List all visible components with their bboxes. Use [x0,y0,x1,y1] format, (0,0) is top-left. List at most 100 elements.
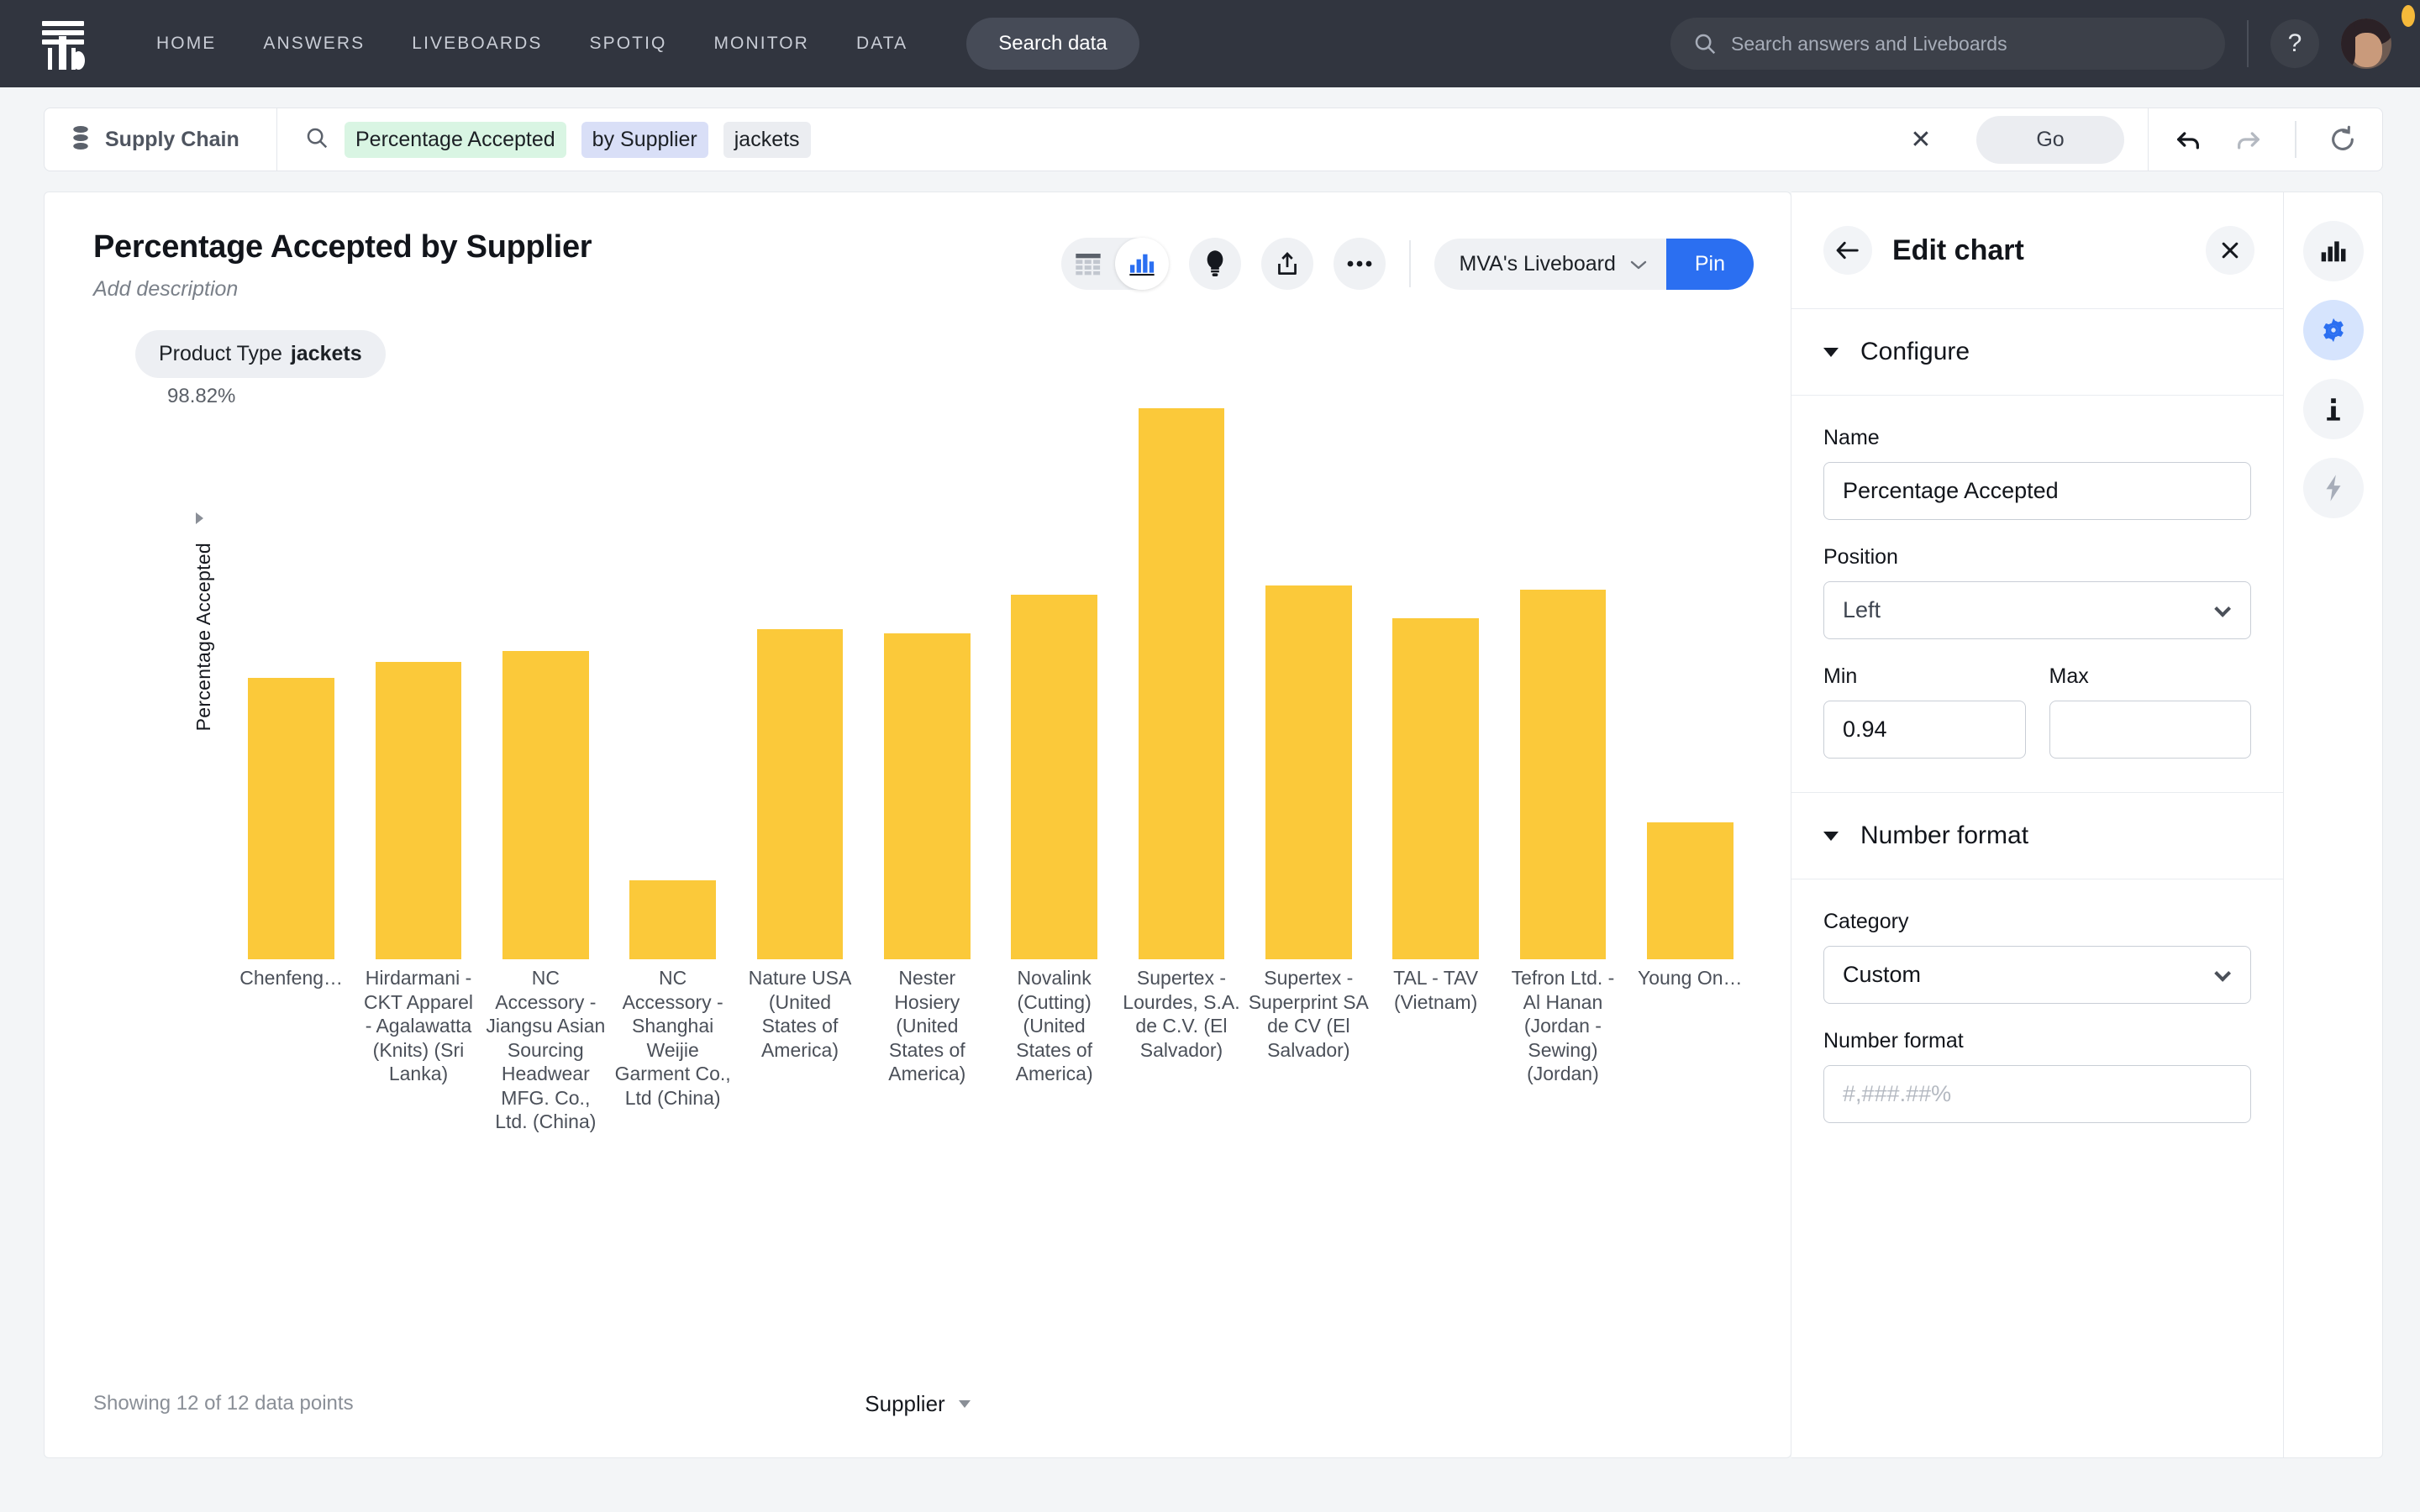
number-format-section-title: Number format [1860,822,2029,849]
bar[interactable] [1265,585,1352,959]
help-button[interactable]: ? [2270,19,2319,68]
bar[interactable] [375,662,462,959]
avatar[interactable] [2341,18,2391,69]
bar-column [1499,408,1626,959]
bar[interactable] [1011,594,1098,959]
search-query-input[interactable]: Percentage Accepted by Supplier jackets … [277,108,2149,171]
page-title[interactable]: Percentage Accepted by Supplier [93,229,1061,265]
max-field-label: Max [2049,664,2089,688]
edit-chart-panel-header: Edit chart [1791,192,2283,309]
bar[interactable] [1392,618,1480,959]
x-axis-label: Nester Hosiery (United States of America… [888,967,966,1085]
top-navigation-bar: HOME ANSWERS LIVEBOARDS SPOTIQ MONITOR D… [0,0,2420,87]
bar[interactable] [883,633,971,959]
bar-column [1627,408,1754,959]
bar[interactable] [1138,408,1225,959]
bar[interactable] [1519,590,1607,959]
bar[interactable] [248,678,335,959]
bar-column [864,408,991,959]
chart-canvas: 98.82% Percentage Accepted Chenfeng… Hird… [93,378,1754,1380]
category-select[interactable]: Custom [1823,946,2251,1004]
redo-arrow-icon[interactable] [2234,125,2263,154]
more-options-button[interactable] [1333,238,1386,290]
bar[interactable] [502,650,589,959]
position-field-label: Position [1823,545,1898,569]
answer-card: Percentage Accepted by Supplier Add desc… [44,192,1791,1458]
name-input[interactable] [1823,462,2251,520]
query-token-filter[interactable]: jackets [723,121,811,158]
info-icon[interactable] [2302,379,2364,439]
share-button[interactable] [1260,238,1313,290]
filter-chip-product-type[interactable]: Product Type jackets [135,330,386,378]
gear-icon[interactable] [2302,300,2364,360]
spotiq-insights-button[interactable] [1188,238,1241,290]
configure-section-title: Configure [1860,338,1970,365]
nav-item-answers[interactable]: ANSWERS [239,25,388,62]
query-token-attribute[interactable]: by Supplier [581,121,708,158]
query-token-measure[interactable]: Percentage Accepted [345,121,566,158]
number-format-section-header[interactable]: Number format [1791,793,2283,879]
x-axis-label: Tefron Ltd. - Al Hanan (Jordan - Sewing)… [1511,967,1615,1085]
top-nav-right-group: Search answers and Liveboards ? [1670,18,2391,70]
category-value: Custom [1843,962,1922,987]
undo-arrow-icon[interactable] [2174,125,2202,154]
edit-chart-title: Edit chart [1892,234,2024,266]
name-field-label: Name [1823,426,1880,449]
nav-item-home[interactable]: HOME [133,25,239,62]
reset-circular-arrow-icon[interactable] [2328,125,2357,154]
bar[interactable] [1646,822,1733,959]
liveboard-selector[interactable]: MVA's Liveboard [1434,238,1666,290]
primary-nav: HOME ANSWERS LIVEBOARDS SPOTIQ MONITOR D… [133,25,931,62]
max-input[interactable] [2049,701,2251,759]
chevron-down-icon [2214,964,2232,982]
back-arrow-icon[interactable] [1823,226,1872,275]
bar[interactable] [756,628,844,959]
lightning-bolt-icon[interactable] [2302,458,2364,518]
filter-chip-label: Product Type [159,342,282,365]
bar-column [736,408,863,959]
bar[interactable] [629,880,717,959]
bar-plot [228,408,1754,959]
nav-item-spotiq[interactable]: SPOTIQ [566,25,691,62]
nav-item-liveboards[interactable]: LIVEBOARDS [388,25,566,62]
main-body: Percentage Accepted by Supplier Add desc… [0,171,2420,1492]
configure-section-header[interactable]: Configure [1791,309,2283,396]
y-axis-max-label: 98.82% [167,385,236,407]
database-icon [70,125,92,155]
y-axis-caret-icon [196,512,203,524]
nav-item-data[interactable]: DATA [833,25,931,62]
pin-button[interactable]: Pin [1665,238,1754,290]
search-data-button[interactable]: Search data [966,18,1139,70]
x-axis-label: Nature USA (United States of America) [748,967,852,1061]
chart-bars-icon[interactable] [2302,221,2364,281]
data-source-name: Supply Chain [105,127,239,151]
number-format-input[interactable] [1823,1065,2251,1123]
answer-card-header: Percentage Accepted by Supplier Add desc… [45,192,1791,302]
share-upload-icon [1277,252,1297,275]
chevron-down-icon [1823,831,1839,841]
x-axis-label: Young On… [1638,967,1743,989]
table-view-button[interactable] [1061,238,1115,290]
liveboard-name: MVA's Liveboard [1459,251,1616,276]
x-axis-label: Supertex - Superprint SA de CV (El Salva… [1248,967,1369,1061]
table-icon [1075,254,1101,276]
bar-column [991,408,1118,959]
thoughtspot-logo[interactable] [37,18,89,70]
position-select[interactable]: Left [1823,581,2251,639]
chart-view-button[interactable] [1114,238,1169,290]
close-icon[interactable] [2206,226,2254,275]
number-format-section-body: Category Custom Number format [1791,879,2283,1157]
min-input[interactable] [1823,701,2026,759]
global-search-input[interactable]: Search answers and Liveboards [1670,18,2225,70]
go-button[interactable]: Go [1976,115,2124,164]
clear-query-button[interactable]: ✕ [1899,118,1943,161]
bar-column [1372,408,1499,959]
nav-item-monitor[interactable]: MONITOR [690,25,832,62]
x-axis-label: Novalink (Cutting) (United States of Ame… [1015,967,1093,1085]
notification-dot [2402,5,2415,27]
bar-column [1118,408,1244,959]
data-source-selector[interactable]: Supply Chain [44,108,277,171]
x-axis-label: Chenfeng… [239,967,344,989]
answer-description[interactable]: Add description [93,277,1061,302]
position-value: Left [1843,597,1881,622]
